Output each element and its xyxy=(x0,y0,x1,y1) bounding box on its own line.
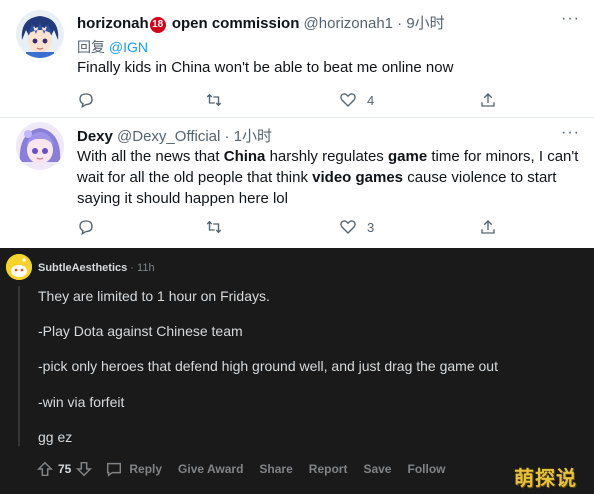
like-button[interactable]: 4 xyxy=(339,90,374,110)
comment-time[interactable]: · 11h xyxy=(127,262,154,274)
upvote-icon[interactable] xyxy=(36,460,54,478)
tweet-horizonah[interactable]: horizonah 18 open commission @horizonah1 … xyxy=(0,0,594,118)
reddit-comment: SubtleAesthetics · 11h They are limited … xyxy=(0,248,594,494)
text-part: harshly regulates xyxy=(265,148,388,165)
comment-author: SubtleAesthetics · 11h xyxy=(38,262,155,274)
tweet-text: Finally kids in China won't be able to b… xyxy=(77,59,454,76)
snoo-avatar-icon xyxy=(6,254,32,280)
share-button[interactable] xyxy=(479,90,497,110)
like-count: 3 xyxy=(367,219,375,235)
save-action[interactable]: Save xyxy=(363,462,391,476)
text-keyword: game xyxy=(387,148,428,165)
avatar[interactable] xyxy=(16,122,64,170)
retweet-button[interactable] xyxy=(205,90,223,110)
comment-line: gg ez xyxy=(38,429,73,445)
text-part: With all the news that xyxy=(77,148,224,165)
comment-icon[interactable] xyxy=(105,460,123,478)
heart-icon xyxy=(340,93,356,107)
comment-line: -win via forfeit xyxy=(38,394,125,410)
share-action[interactable]: Share xyxy=(259,462,292,476)
text-keyword: video games xyxy=(312,169,404,186)
reply-icon xyxy=(79,93,93,109)
watermark-logo: 萌探说 xyxy=(514,468,577,490)
tweet-text: With all the news that China harshly reg… xyxy=(77,146,587,209)
avatar-image-icon xyxy=(16,10,64,58)
comment-line: -Play Dota against Chinese team xyxy=(38,323,243,339)
user-handle[interactable]: @horizonah1 xyxy=(304,15,393,32)
more-options-icon[interactable]: ··· xyxy=(561,124,580,142)
display-name[interactable]: horizonah xyxy=(77,15,149,32)
comment-line: -pick only heroes that defend high groun… xyxy=(38,358,498,374)
age-badge: 18 xyxy=(149,17,166,33)
reply-icon xyxy=(79,220,93,236)
reply-button[interactable] xyxy=(77,90,95,110)
report-action[interactable]: Report xyxy=(309,462,348,476)
like-button[interactable]: 3 xyxy=(339,217,374,237)
heart-icon xyxy=(340,220,356,234)
tweet-header: horizonah 18 open commission @horizonah1 … xyxy=(77,12,445,33)
reply-prefix: 回复 xyxy=(77,39,109,55)
reply-to: 回复 @IGN xyxy=(77,37,148,57)
retweet-button[interactable] xyxy=(205,217,223,237)
tweet-dexy[interactable]: Dexy @Dexy_Official · 1小时 ··· With all t… xyxy=(0,118,594,248)
follow-action[interactable]: Follow xyxy=(407,462,445,476)
vote-score: 75 xyxy=(58,462,72,476)
reply-mention-link[interactable]: @IGN xyxy=(109,39,148,55)
avatar-image-icon xyxy=(16,122,64,170)
share-button[interactable] xyxy=(479,217,497,237)
reply-action[interactable]: Reply xyxy=(129,462,162,476)
display-name[interactable]: Dexy xyxy=(77,128,113,145)
avatar[interactable] xyxy=(6,254,32,280)
username-link[interactable]: SubtleAesthetics xyxy=(38,262,127,274)
timestamp[interactable]: · 1小时 xyxy=(220,128,273,145)
tweet-actions: 3 xyxy=(77,217,507,237)
tweet-header: Dexy @Dexy_Official · 1小时 xyxy=(77,125,272,146)
timestamp[interactable]: · 9小时 xyxy=(393,15,445,32)
give-award-action[interactable]: Give Award xyxy=(178,462,243,476)
share-icon xyxy=(481,220,495,234)
user-handle[interactable]: @Dexy_Official xyxy=(117,128,220,145)
avatar[interactable] xyxy=(16,10,64,58)
comment-line: They are limited to 1 hour on Fridays. xyxy=(38,288,270,304)
comment-actions: 75 Reply Give Award Share Report Save Fo… xyxy=(36,458,455,480)
downvote-icon[interactable] xyxy=(75,460,93,478)
more-options-icon[interactable]: ··· xyxy=(561,10,580,28)
tweet-actions: 4 xyxy=(77,90,507,110)
like-count: 4 xyxy=(367,92,375,108)
retweet-icon xyxy=(206,93,222,107)
share-icon xyxy=(481,93,495,107)
display-name-suffix[interactable]: open commission xyxy=(168,15,300,32)
reply-button[interactable] xyxy=(77,217,95,237)
text-keyword: China xyxy=(223,148,266,165)
retweet-icon xyxy=(206,220,222,234)
thread-line[interactable] xyxy=(18,286,20,446)
